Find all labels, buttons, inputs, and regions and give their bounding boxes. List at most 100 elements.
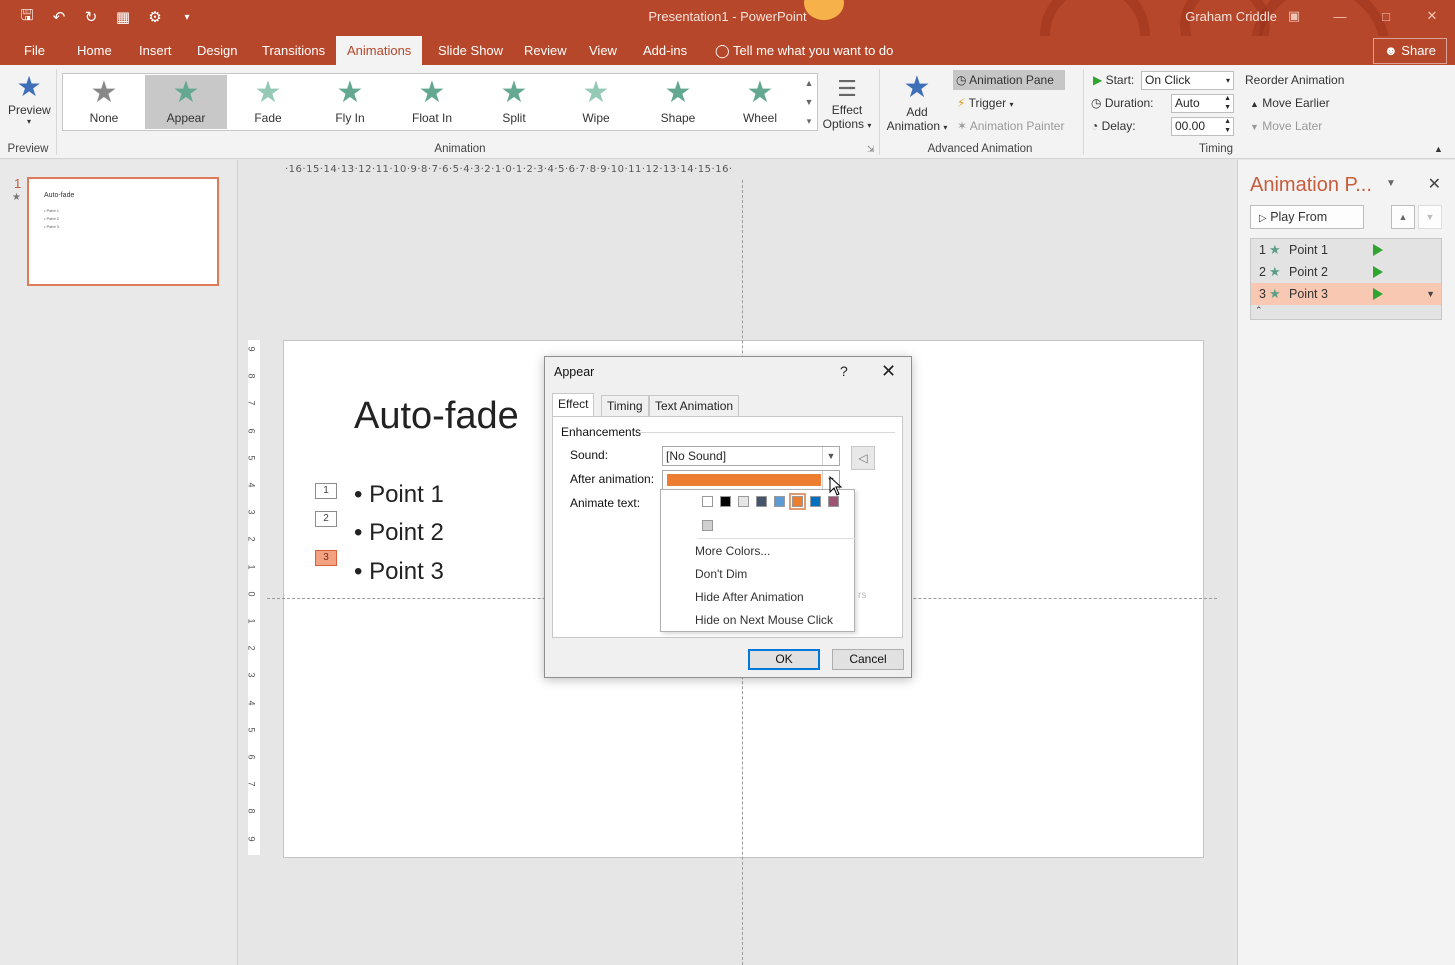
animation-item-selected[interactable]: 3 ★ Point 3 ▼	[1251, 283, 1441, 305]
hide-after-animation-item[interactable]: Hide After Animation	[695, 590, 804, 604]
delay-spinner[interactable]: 00.00 ▲ ▼	[1171, 117, 1234, 136]
slide-title[interactable]: Auto-fade	[354, 395, 519, 438]
user-name[interactable]: Graham Criddle	[1185, 9, 1277, 24]
gallery-down-icon[interactable]: ▼	[802, 93, 816, 111]
tab-transitions[interactable]: Transitions	[251, 36, 336, 65]
help-icon[interactable]: ?	[840, 363, 848, 379]
ribbon-tabs: File Home Insert Design Transitions Anim…	[0, 36, 1455, 65]
close-icon[interactable]: ✕	[1428, 174, 1441, 194]
gallery-more-icon[interactable]: ▾	[802, 112, 816, 130]
animation-painter-button[interactable]: ✶ Animation Painter	[957, 119, 1064, 133]
duration-spinner[interactable]: Auto ▲ ▼	[1171, 94, 1234, 113]
star-icon: ★	[1269, 286, 1281, 301]
sound-value: [No Sound]	[666, 449, 727, 463]
close-icon[interactable]: ✕	[1409, 0, 1455, 32]
color-swatch[interactable]	[702, 496, 713, 507]
cancel-button[interactable]: Cancel	[832, 649, 904, 670]
minimize-icon[interactable]: —	[1317, 0, 1363, 32]
effect-wipe[interactable]: ★ Wipe	[555, 75, 637, 129]
divider	[697, 538, 855, 539]
animation-item[interactable]: 2 ★ Point 2	[1251, 261, 1441, 283]
ok-button[interactable]: OK	[748, 649, 820, 670]
move-down-icon[interactable]: ▼	[1418, 205, 1442, 229]
effect-appear[interactable]: ★ Appear	[145, 75, 227, 129]
color-swatch[interactable]	[774, 496, 785, 507]
pane-options-icon[interactable]: ▼	[1386, 178, 1396, 189]
chevron-down-icon: ▾	[26, 117, 31, 126]
slide-bullet[interactable]: • Point 1	[354, 481, 444, 509]
animation-tag-3[interactable]: 3	[315, 550, 337, 566]
play-from-button[interactable]: ▷ Play From	[1250, 205, 1364, 229]
ribbon-display-icon[interactable]: ▣	[1271, 0, 1317, 32]
move-up-icon[interactable]: ▲	[1391, 205, 1415, 229]
color-swatch-selected[interactable]	[789, 493, 806, 510]
collapse-icon[interactable]: ⌃	[1255, 305, 1263, 316]
color-swatch[interactable]	[738, 496, 749, 507]
tab-design[interactable]: Design	[186, 36, 248, 65]
recent-color-swatch[interactable]	[702, 520, 713, 531]
color-swatch[interactable]	[720, 496, 731, 507]
chevron-down-icon: ▾	[867, 121, 872, 130]
color-swatch[interactable]	[810, 496, 821, 507]
tab-file[interactable]: File	[13, 36, 56, 65]
tab-review[interactable]: Review	[513, 36, 578, 65]
tab-view[interactable]: View	[578, 36, 628, 65]
trigger-button[interactable]: ⚡ Trigger ▾	[957, 96, 1014, 110]
animation-item[interactable]: 1 ★ Point 1	[1251, 239, 1441, 261]
tab-text-animation[interactable]: Text Animation	[649, 395, 740, 417]
dialog-launcher-icon[interactable]: ⇲	[867, 144, 875, 155]
slide-bullet[interactable]: • Point 3	[354, 558, 444, 586]
animation-pane-button[interactable]: ◷ Animation Pane	[953, 70, 1065, 90]
effect-fade[interactable]: ★ Fade	[227, 75, 309, 129]
gallery-up-icon[interactable]: ▲	[802, 74, 816, 92]
hide-on-next-click-item[interactable]: Hide on Next Mouse Click	[695, 613, 833, 627]
tab-add-ins[interactable]: Add-ins	[632, 36, 698, 65]
effect-float-in[interactable]: ★ Float In	[391, 75, 473, 129]
add-animation-button[interactable]: ★ Add Animation ▾	[884, 71, 950, 133]
ruler-tick-label: 3	[246, 509, 257, 515]
spinner-icon[interactable]: ▲ ▼	[1224, 94, 1231, 112]
effect-shape[interactable]: ★ Shape	[637, 75, 719, 129]
spinner-icon[interactable]: ▲ ▼	[1224, 117, 1231, 135]
tab-insert[interactable]: Insert	[128, 36, 183, 65]
effect-split[interactable]: ★ Split	[473, 75, 555, 129]
item-label: Point 1	[1289, 243, 1328, 257]
star-icon: ★	[418, 76, 446, 109]
tab-animations[interactable]: Animations	[336, 36, 423, 65]
tab-home[interactable]: Home	[66, 36, 123, 65]
collapse-ribbon-icon[interactable]: ▲	[1434, 144, 1443, 154]
tab-timing[interactable]: Timing	[601, 395, 649, 417]
effect-wheel[interactable]: ★ Wheel	[719, 75, 801, 129]
animate-text-label: Animate text:	[570, 496, 641, 510]
start-select[interactable]: On Click ▾	[1141, 71, 1234, 90]
more-colors-item[interactable]: More Colors...	[695, 544, 770, 558]
animation-tag-2[interactable]: 2	[315, 511, 337, 527]
after-animation-select[interactable]: ▼	[662, 470, 840, 490]
ruler-tick-label: 2	[246, 645, 257, 651]
move-earlier-button[interactable]: ▲ Move Earlier	[1250, 96, 1330, 110]
preview-button[interactable]: ★ Preview ▾	[8, 71, 51, 126]
effect-fly-in[interactable]: ★ Fly In	[309, 75, 391, 129]
dont-dim-item[interactable]: Don't Dim	[695, 567, 747, 581]
tab-slide-show[interactable]: Slide Show	[427, 36, 514, 65]
color-swatch[interactable]	[756, 496, 767, 507]
slide-bullet[interactable]: • Point 2	[354, 519, 444, 547]
color-swatch[interactable]	[828, 496, 839, 507]
maximize-icon[interactable]: □	[1363, 0, 1409, 32]
tell-me-box[interactable]: ◯ Tell me what you want to do	[704, 36, 904, 65]
animation-tag-1[interactable]: 1	[315, 483, 337, 499]
star-icon: ★	[500, 76, 528, 109]
speaker-icon[interactable]: ◁	[851, 446, 875, 470]
thumbnail-point: • Point 3	[44, 224, 59, 229]
effect-none[interactable]: ★ None	[63, 75, 145, 129]
effect-options-button[interactable]: ☰ Effect Options ▾	[820, 75, 874, 131]
obscured-text-fragment: rs	[858, 590, 867, 601]
slide-thumbnail[interactable]: Auto-fade • Point 1 • Point 2 • Point 3	[27, 177, 219, 286]
move-later-button[interactable]: ▼ Move Later	[1250, 119, 1322, 133]
tab-effect[interactable]: Effect	[552, 393, 595, 417]
close-icon[interactable]: ✕	[881, 361, 896, 382]
star-icon: ★	[1269, 264, 1281, 279]
sound-select[interactable]: [No Sound] ▼	[662, 446, 840, 466]
share-button[interactable]: ☻ Share	[1372, 38, 1447, 64]
chevron-down-icon[interactable]: ▼	[1426, 283, 1435, 305]
